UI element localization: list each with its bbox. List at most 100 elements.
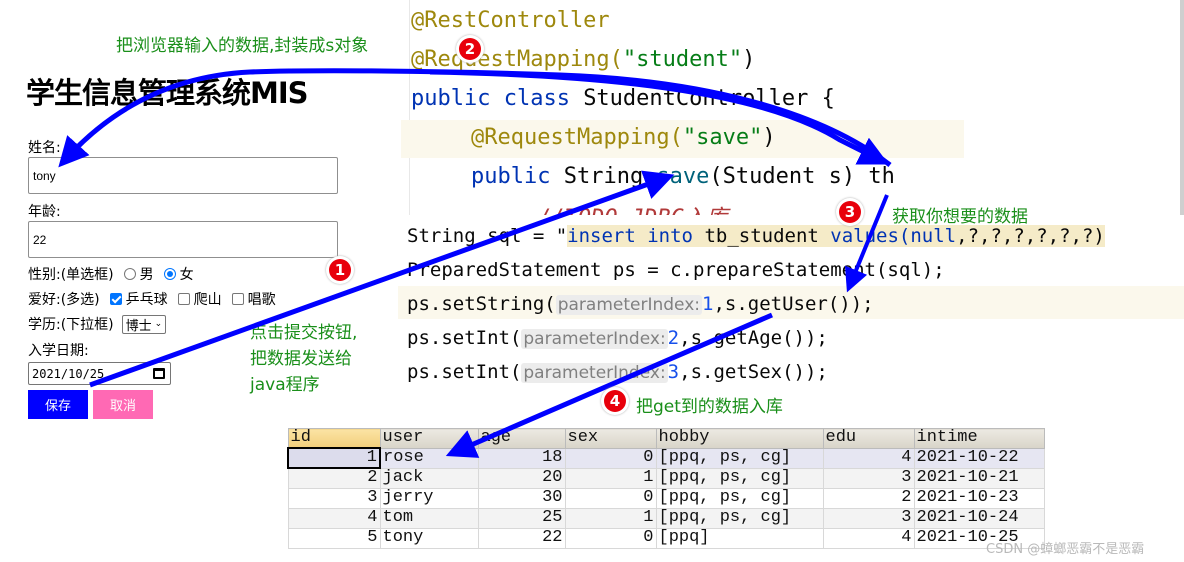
code-line-sql: String sql = "insert into tb_student val… [407, 225, 1105, 247]
hobby-checkbox-climbing[interactable] [177, 293, 190, 305]
edu-select[interactable]: 博士 ⌄ [121, 314, 167, 334]
hobby-checkbox-singing[interactable] [231, 293, 244, 305]
cell-edu[interactable]: 3 [822, 507, 915, 529]
calendar-icon[interactable] [153, 368, 165, 379]
cell-hobby[interactable]: [ppq, ps, cg] [655, 507, 824, 529]
sql-keyword: insert into [567, 225, 705, 247]
cell-age[interactable]: 25 [477, 507, 566, 529]
cell-sex[interactable]: 0 [564, 447, 657, 469]
cell-id[interactable]: 2 [287, 467, 381, 489]
cell-id[interactable]: 3 [287, 487, 381, 509]
code-line-set-sex: ps.setInt(parameterIndex: 3,s.getSex()); [407, 361, 828, 383]
type-text: String [563, 164, 657, 189]
gender-row: 性别:(单选框) 男 女 [28, 264, 194, 284]
cell-sex[interactable]: 1 [564, 467, 657, 489]
table-row[interactable]: 1 rose 18 0 [ppq, ps, cg] 4 2021-10-22 [287, 447, 1045, 469]
table-row[interactable]: 3 jerry 30 0 [ppq, ps, cg] 2 2021-10-23 [287, 487, 1045, 509]
code-text: ,s.getSex()); [679, 361, 828, 383]
cell-edu[interactable]: 4 [822, 447, 915, 469]
step-badge-1: 1 [326, 256, 354, 284]
sql-string: insert into tb_student values(null,?,?,?… [567, 225, 1105, 247]
keyword-text: public [471, 164, 564, 189]
watermark: CSDN @蟑螂恶霸不是恶霸 [986, 542, 1145, 557]
sql-keyword: values( [830, 225, 911, 247]
cell-hobby[interactable]: [ppq] [655, 527, 824, 549]
student-db-table: id user age sex hobby edu intime 1 rose … [287, 428, 1045, 549]
step-badge-4: 4 [601, 387, 629, 415]
cell-age[interactable]: 18 [477, 447, 566, 469]
method-name-text: save [656, 164, 710, 189]
cell-intime[interactable]: 2021-10-24 [913, 507, 1045, 529]
note-wrap-object: 把浏览器输入的数据,封装成s对象 [116, 36, 369, 56]
table-header-row: id user age sex hobby edu intime [287, 428, 1045, 449]
cell-age[interactable]: 22 [477, 527, 566, 549]
code-punct: ) [742, 47, 756, 72]
table-row[interactable]: 2 jack 20 1 [ppq, ps, cg] 3 2021-10-21 [287, 467, 1045, 489]
cell-sex[interactable]: 1 [564, 507, 657, 529]
badge-number: 3 [839, 201, 861, 223]
code-line-set-age: ps.setInt(parameterIndex: 2,s.getAge()); [407, 327, 828, 349]
cell-user[interactable]: jack [379, 467, 479, 489]
age-input[interactable] [28, 221, 338, 258]
hobby-option-singing: 唱歌 [247, 292, 276, 308]
cell-hobby[interactable]: [ppq, ps, cg] [655, 487, 824, 509]
cell-hobby[interactable]: [ppq, ps, cg] [655, 467, 824, 489]
gender-radio-male[interactable] [123, 268, 136, 280]
cell-age[interactable]: 20 [477, 467, 566, 489]
vertical-scrollbar[interactable] [1180, 0, 1184, 215]
edu-label: 学历:(下拉框) [28, 317, 114, 333]
cell-user[interactable]: rose [379, 447, 479, 469]
hobby-checkbox-pingpong[interactable] [109, 293, 122, 305]
cell-intime[interactable]: 2021-10-23 [913, 487, 1045, 509]
cell-sex[interactable]: 0 [564, 487, 657, 509]
code-editor-jdbc: String sql = "insert into tb_student val… [398, 218, 1184, 393]
date-input[interactable]: 2021/10/25 [28, 362, 171, 385]
code-punct: ) [762, 125, 776, 150]
column-header-sex[interactable]: sex [564, 428, 657, 449]
code-text: String sql = " [407, 225, 568, 247]
hobby-option-pingpong: 乒乓球 [125, 292, 168, 308]
column-header-age[interactable]: age [477, 428, 566, 449]
cell-id[interactable]: 4 [287, 507, 381, 529]
note-get-data: 获取你想要的数据 [892, 207, 1028, 227]
cell-id[interactable]: 5 [287, 527, 381, 549]
number-literal: 2 [667, 327, 680, 349]
sql-null: null [910, 225, 957, 247]
column-header-intime[interactable]: intime [913, 428, 1045, 449]
parameter-hint: parameterIndex: [521, 329, 668, 349]
cancel-button[interactable]: 取消 [93, 390, 153, 419]
code-line-prepare: PreparedStatement ps = c.prepareStatemen… [407, 259, 945, 281]
cell-hobby[interactable]: [ppq, ps, cg] [655, 447, 824, 469]
cell-edu[interactable]: 4 [822, 527, 915, 549]
column-header-edu[interactable]: edu [822, 428, 915, 449]
annotation-text: @RequestMapping( [471, 125, 683, 150]
cell-edu[interactable]: 2 [822, 487, 915, 509]
gender-radio-female[interactable] [163, 268, 176, 280]
cell-user[interactable]: tom [379, 507, 479, 529]
name-input[interactable] [28, 157, 338, 194]
cell-age[interactable]: 30 [477, 487, 566, 509]
code-text: ps.setInt( [407, 327, 522, 349]
column-header-id[interactable]: id [287, 428, 381, 449]
cell-edu[interactable]: 3 [822, 467, 915, 489]
cell-intime[interactable]: 2021-10-22 [913, 447, 1045, 469]
cell-user[interactable]: jerry [379, 487, 479, 509]
note-store-data: 把get到的数据入库 [636, 397, 783, 417]
age-label: 年龄: [28, 204, 61, 220]
code-line-comment: //TODO JDBC入库 [538, 200, 728, 215]
table-row[interactable]: 4 tom 25 1 [ppq, ps, cg] 3 2021-10-24 [287, 507, 1045, 529]
cell-id[interactable]: 1 [287, 447, 381, 469]
cell-sex[interactable]: 0 [564, 527, 657, 549]
date-label: 入学日期: [28, 343, 89, 359]
save-button[interactable]: 保存 [28, 390, 88, 419]
column-header-user[interactable]: user [379, 428, 479, 449]
string-literal: "save" [682, 125, 763, 150]
column-header-hobby[interactable]: hobby [655, 428, 824, 449]
edu-selected-value: 博士 [125, 318, 152, 334]
gender-label: 性别:(单选框) [28, 267, 114, 283]
table-row[interactable]: 5 tony 22 0 [ppq] 4 2021-10-25 [287, 527, 1045, 549]
cell-user[interactable]: tony [379, 527, 479, 549]
gender-option-female: 女 [179, 267, 194, 283]
cell-intime[interactable]: 2021-10-21 [913, 467, 1045, 489]
code-text: ,s.getAge()); [679, 327, 828, 349]
